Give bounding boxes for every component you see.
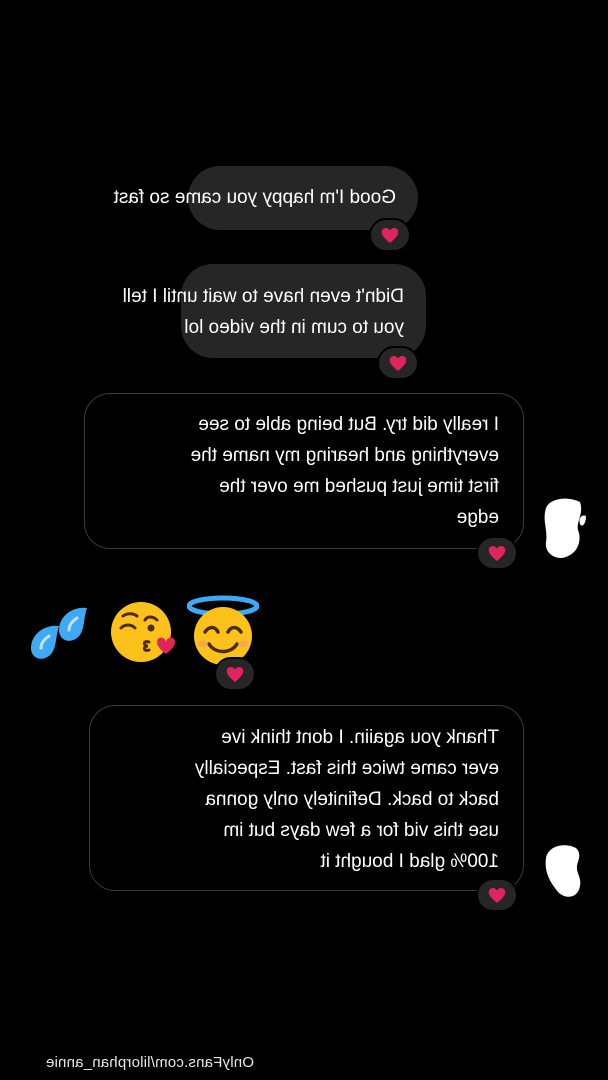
message-line: everything and hearing my name the <box>190 445 499 466</box>
face-blowing-kiss-emoji <box>107 596 179 673</box>
message-line: edge <box>456 507 499 528</box>
message-line: 100% glad I bought it <box>320 851 499 872</box>
watermark: OnlyFans.com/lilorphan_annie <box>45 1054 254 1071</box>
message-line: Didn't even have to wait until I tell <box>122 286 404 307</box>
message-line: ever came twice this fast. Especially <box>194 758 499 779</box>
heart-icon <box>488 545 506 561</box>
heart-reaction[interactable] <box>476 878 518 912</box>
message-line: first time just pushed me over the <box>219 476 499 497</box>
heart-reaction[interactable] <box>377 346 419 380</box>
censor-scribble <box>544 498 586 559</box>
heart-icon <box>488 887 506 903</box>
sweat-droplets-emoji <box>21 600 93 673</box>
chat-screen: Good I'm happy you came so fast Didn't e… <box>0 0 608 1080</box>
message-line: back to back. Definitely only gonna <box>205 789 499 810</box>
message-line: use this vid for a few days but im <box>223 820 499 841</box>
sent-message-bubble[interactable]: I really did try. But being able to see … <box>84 393 524 549</box>
message-line: I really did try. But being able to see <box>198 414 499 435</box>
heart-icon <box>381 227 399 243</box>
message-line: you to cum in the video lol <box>184 317 404 338</box>
sent-message-bubble[interactable]: Thank you agaiin. I dont think ive ever … <box>89 705 524 891</box>
heart-reaction[interactable] <box>369 218 411 252</box>
message-line: Good I'm happy you came so fast <box>113 187 396 208</box>
heart-reaction[interactable] <box>476 536 518 570</box>
message-line: Thank you agaiin. I dont think ive <box>221 727 499 748</box>
heart-icon <box>389 355 407 371</box>
heart-reaction[interactable] <box>214 657 256 691</box>
received-message-bubble[interactable]: Didn't even have to wait until I tell yo… <box>122 264 426 358</box>
censor-scribble <box>545 845 581 897</box>
heart-icon <box>226 666 244 682</box>
